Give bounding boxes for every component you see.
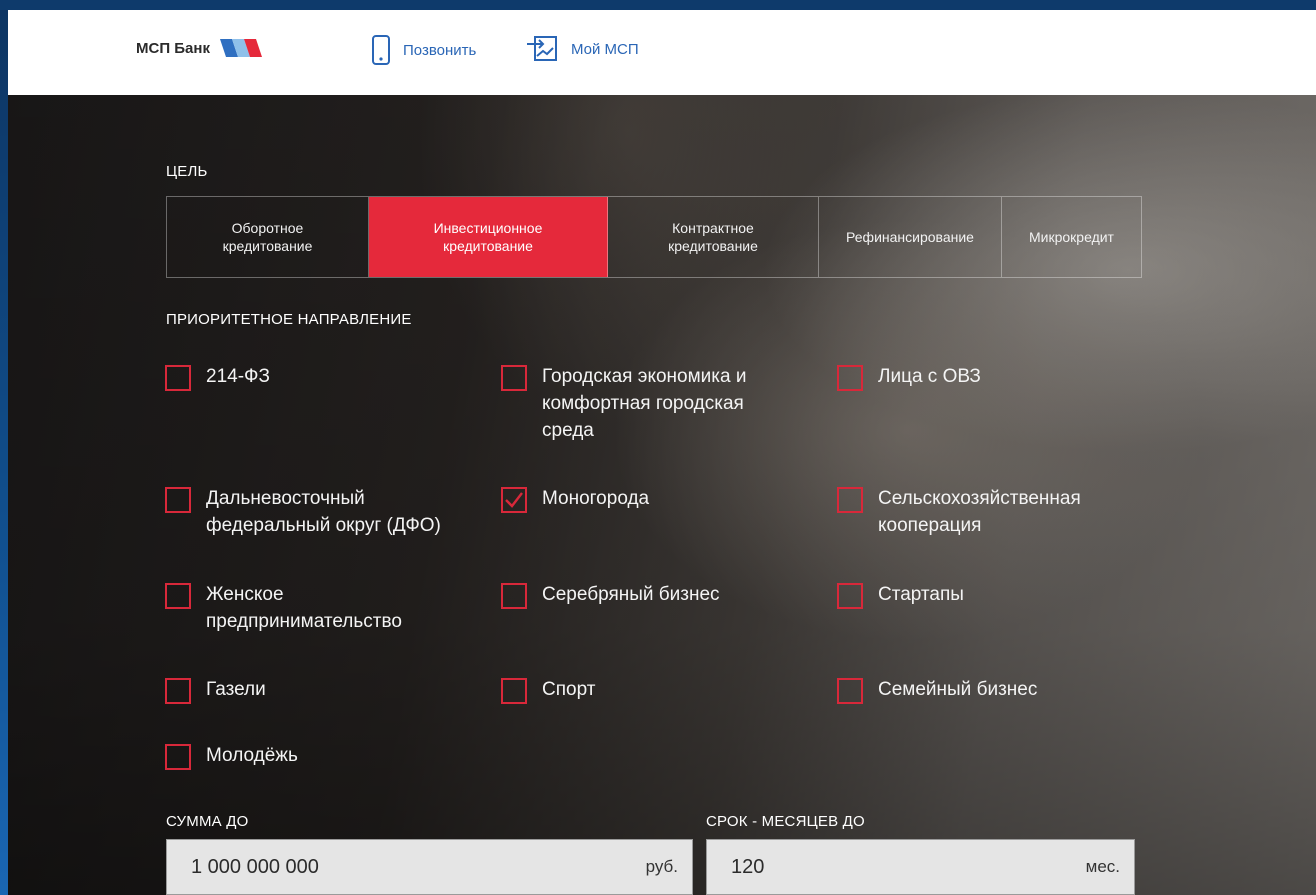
checkbox-box[interactable]: [837, 365, 863, 391]
logo-mark-icon: [219, 39, 262, 57]
tab-microcredit[interactable]: Микрокредит: [1002, 197, 1141, 277]
site-header: МСП Банк Позвонить Мой МСП: [8, 10, 1316, 95]
checkbox-label: Серебряный бизнес: [542, 584, 720, 605]
checkbox-box[interactable]: [501, 487, 527, 513]
my-msp-link[interactable]: Мой МСП: [525, 34, 639, 64]
amount-input[interactable]: 1 000 000 000 руб.: [166, 839, 693, 895]
checkbox-startups[interactable]: Стартапы: [837, 581, 1157, 609]
checkbox-silver-business[interactable]: Серебряный бизнес: [501, 581, 821, 609]
checkbox-women-business[interactable]: Женское предпринимательство: [165, 581, 485, 635]
checkbox-label: Стартапы: [878, 584, 964, 605]
checkbox-far-east[interactable]: Дальневосточный федеральный округ (ДФО): [165, 485, 485, 539]
checkbox-box[interactable]: [165, 678, 191, 704]
checkbox-label: Спорт: [542, 679, 596, 700]
tab-label: Инвестиционное кредитование: [433, 220, 543, 254]
term-value: 120: [731, 855, 765, 878]
checkbox-box[interactable]: [165, 583, 191, 609]
checkbox-box[interactable]: [501, 365, 527, 391]
checkbox-label: Лица с ОВЗ: [878, 366, 981, 387]
my-msp-link-label: Мой МСП: [571, 40, 639, 58]
checkbox-disabled-persons[interactable]: Лица с ОВЗ: [837, 363, 1157, 391]
logo[interactable]: МСП Банк: [136, 37, 266, 59]
term-label: СРОК - МЕСЯЦЕВ ДО: [706, 813, 865, 830]
call-link[interactable]: Позвонить: [371, 34, 476, 66]
checkbox-sport[interactable]: Спорт: [501, 676, 801, 704]
tab-contract[interactable]: Контрактное кредитование: [608, 197, 819, 277]
checkbox-box[interactable]: [501, 583, 527, 609]
tab-working-capital[interactable]: Оборотное кредитование: [167, 197, 369, 277]
login-icon: [527, 36, 557, 61]
logo-text: МСП Банк: [136, 39, 210, 57]
checkbox-urban-economy[interactable]: Городская экономика и комфортная городск…: [501, 363, 801, 444]
tab-refinancing[interactable]: Рефинансирование: [819, 197, 1002, 277]
checkbox-box[interactable]: [165, 744, 191, 770]
checkbox-box[interactable]: [501, 678, 527, 704]
checkbox-youth[interactable]: Молодёжь: [165, 742, 465, 770]
goal-tabs: Оборотное кредитование Инвестиционное кр…: [166, 196, 1142, 278]
checkbox-label: 214-ФЗ: [206, 366, 270, 387]
checkbox-box[interactable]: [165, 365, 191, 391]
checkbox-label: Городская экономика и комфортная городск…: [542, 366, 747, 441]
tab-investment[interactable]: Инвестиционное кредитование: [369, 197, 608, 277]
checkbox-label: Семейный бизнес: [878, 679, 1038, 700]
checkbox-box[interactable]: [837, 487, 863, 513]
checkbox-label: Женское предпринимательство: [206, 584, 402, 632]
phone-icon: [372, 35, 390, 65]
tab-label: Рефинансирование: [846, 229, 974, 245]
checkbox-agri-cooperation[interactable]: Сельскохозяйственная кооперация: [837, 485, 1157, 539]
checkbox-gazelles[interactable]: Газели: [165, 676, 465, 704]
call-link-label: Позвонить: [403, 41, 477, 59]
checkbox-monotowns[interactable]: Моногорода: [501, 485, 801, 513]
checkbox-214fz[interactable]: 214-ФЗ: [165, 363, 465, 391]
checkbox-label: Моногорода: [542, 488, 650, 509]
checkbox-box[interactable]: [837, 583, 863, 609]
amount-value: 1 000 000 000: [191, 855, 319, 878]
term-unit: мес.: [1085, 857, 1120, 876]
checkbox-label: Сельскохозяйственная кооперация: [878, 488, 1081, 536]
page: МСП Банк Позвонить Мой МСП ЦЕЛЬ Оборотно…: [8, 10, 1316, 895]
goal-label: ЦЕЛЬ: [166, 163, 208, 180]
tab-label: Контрактное кредитование: [668, 220, 758, 254]
amount-label: СУММА ДО: [166, 813, 249, 830]
checkbox-box[interactable]: [837, 678, 863, 704]
checkbox-box[interactable]: [165, 487, 191, 513]
checkbox-label: Молодёжь: [206, 745, 298, 766]
window-frame-left: [0, 10, 8, 895]
checkmark-icon: [505, 492, 523, 508]
term-input[interactable]: 120 мес.: [706, 839, 1135, 895]
tab-label: Микрокредит: [1029, 229, 1114, 245]
amount-unit: руб.: [645, 857, 678, 876]
tab-label: Оборотное кредитование: [222, 220, 313, 254]
checkbox-label: Газели: [206, 679, 266, 700]
checkbox-family-business[interactable]: Семейный бизнес: [837, 676, 1157, 704]
priority-label: ПРИОРИТЕТНОЕ НАПРАВЛЕНИЕ: [166, 311, 412, 328]
window-frame-top: [0, 0, 1316, 10]
checkbox-label: Дальневосточный федеральный округ (ДФО): [206, 488, 441, 536]
